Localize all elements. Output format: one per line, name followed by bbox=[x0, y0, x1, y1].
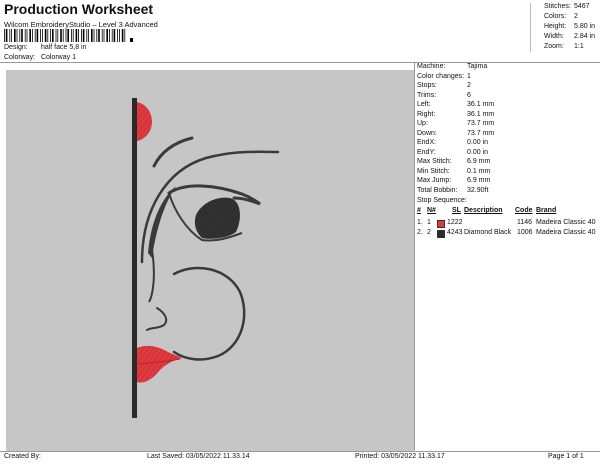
info-value: 73.7 mm bbox=[467, 120, 495, 127]
info-label: Max Stitch: bbox=[417, 158, 452, 165]
summary-value: 5467 bbox=[574, 3, 590, 10]
row-needle: 1 bbox=[427, 219, 431, 226]
page-title: Production Worksheet bbox=[4, 1, 154, 17]
info-value: 6.9 mm bbox=[467, 158, 491, 165]
header-divider bbox=[0, 62, 600, 63]
printed-date: Printed: 03/05/2022 11.33.17 bbox=[355, 453, 445, 460]
design-label: Design: bbox=[4, 44, 28, 51]
summary-height: Height: 5.80 in bbox=[544, 23, 595, 30]
footer-divider bbox=[0, 451, 600, 452]
summary-zoom: Zoom: 1:1 bbox=[544, 43, 584, 50]
row-sl: 1222 bbox=[447, 219, 463, 226]
summary-panel: Stitches: 5467 Colors: 2 Height: 5.80 in Wi… bbox=[530, 3, 598, 52]
info-label: Total Bobbin: bbox=[417, 186, 458, 194]
info-label: Down: bbox=[417, 129, 437, 137]
colorway-row: Colorway: Colorway 1 bbox=[4, 54, 76, 61]
panel-divider bbox=[414, 62, 415, 450]
info-value: 0.00 in bbox=[467, 139, 489, 146]
info-label: Trims: bbox=[417, 91, 437, 99]
nose-curve bbox=[148, 249, 155, 303]
info-label: Max Jump: bbox=[417, 177, 452, 184]
eyebrow-taper bbox=[148, 186, 176, 258]
info-value: 36.1 mm bbox=[467, 110, 495, 118]
stop-sequence-title: Stop Sequence: bbox=[417, 197, 467, 204]
forehead-mark bbox=[137, 102, 152, 141]
row-description: Diamond Black bbox=[464, 229, 512, 236]
summary-value: 2.84 in bbox=[574, 33, 596, 40]
row-index: 1. bbox=[417, 219, 423, 226]
info-value: 36.1 mm bbox=[467, 101, 495, 108]
info-value: 6 bbox=[467, 91, 471, 99]
info-label: EndY: bbox=[417, 148, 436, 156]
header-index: # bbox=[417, 207, 421, 214]
summary-value: 1:1 bbox=[574, 43, 584, 50]
info-label: Right: bbox=[417, 110, 436, 118]
design-row: Design: half face 5,8 in bbox=[4, 44, 86, 51]
info-value: 0.00 in bbox=[467, 148, 489, 156]
design-preview bbox=[6, 70, 415, 451]
software-name: Wilcom EmbroideryStudio – Level 3 Advanc… bbox=[4, 20, 158, 29]
row-brand: Madeira Classic 40 bbox=[536, 229, 596, 236]
summary-label: Zoom: bbox=[544, 43, 564, 50]
summary-label: Colors: bbox=[544, 13, 567, 20]
eye-iris bbox=[194, 197, 240, 239]
last-saved: Last Saved: 03/05/2022 11.33.14 bbox=[147, 453, 250, 460]
info-label: Min Stitch: bbox=[417, 167, 450, 175]
row-index: 2. bbox=[417, 229, 423, 236]
summary-label: Width: bbox=[544, 33, 564, 40]
summary-stitches: Stitches: 5467 bbox=[544, 3, 590, 10]
summary-value: 2 bbox=[574, 13, 578, 20]
info-label: Color changes: bbox=[417, 72, 465, 80]
table-row: 2. 2 4243 Diamond Black 1006 Madeira Cla… bbox=[417, 229, 600, 239]
color-swatch bbox=[437, 220, 445, 228]
summary-value: 5.80 in bbox=[574, 23, 596, 30]
design-value: half face 5,8 in bbox=[40, 44, 87, 51]
info-value: 0.1 mm bbox=[467, 167, 491, 175]
table-row: 1. 1 1222 1146 Madeira Classic 40 bbox=[417, 219, 600, 229]
summary-label: Height: bbox=[544, 23, 567, 30]
center-line bbox=[132, 98, 137, 418]
info-value: 1 bbox=[467, 72, 471, 80]
info-value: Tajima bbox=[467, 63, 488, 70]
page-number: Page 1 of 1 bbox=[548, 453, 584, 460]
row-sl: 4243 bbox=[447, 229, 463, 236]
info-value: 32.90ft bbox=[467, 186, 489, 194]
info-value: 6.9 mm bbox=[467, 177, 491, 184]
nostril bbox=[146, 307, 168, 331]
cheek-arc bbox=[172, 266, 246, 361]
summary-label: Stitches: bbox=[544, 3, 571, 10]
row-brand: Madeira Classic 40 bbox=[536, 219, 596, 226]
summary-colors: Colors: 2 bbox=[544, 13, 578, 20]
info-label: Left: bbox=[417, 101, 431, 108]
info-label: EndX: bbox=[417, 139, 437, 146]
info-value: 2 bbox=[467, 82, 471, 89]
barcode bbox=[4, 29, 133, 42]
brow-hook bbox=[152, 136, 194, 168]
summary-width: Width: 2.84 in bbox=[544, 33, 595, 40]
header-code: Code bbox=[515, 207, 533, 214]
row-needle: 2 bbox=[427, 229, 431, 236]
header-description: Description bbox=[464, 207, 503, 214]
header-sl: SL bbox=[452, 207, 461, 214]
row-code: 1146 bbox=[517, 219, 533, 226]
header-brand: Brand bbox=[536, 207, 557, 214]
info-label: Up: bbox=[417, 120, 428, 127]
info-label: Machine: bbox=[417, 63, 446, 70]
embroidery-design bbox=[132, 98, 280, 418]
row-code: 1006 bbox=[517, 229, 533, 236]
info-label: Stops: bbox=[417, 82, 437, 89]
info-value: 73.7 mm bbox=[467, 129, 495, 137]
colorway-value: Colorway 1 bbox=[40, 54, 76, 61]
color-swatch bbox=[437, 230, 445, 238]
created-by: Created By: bbox=[4, 453, 41, 460]
header-needle: N# bbox=[427, 207, 436, 214]
colorway-label: Colorway: bbox=[4, 54, 36, 61]
